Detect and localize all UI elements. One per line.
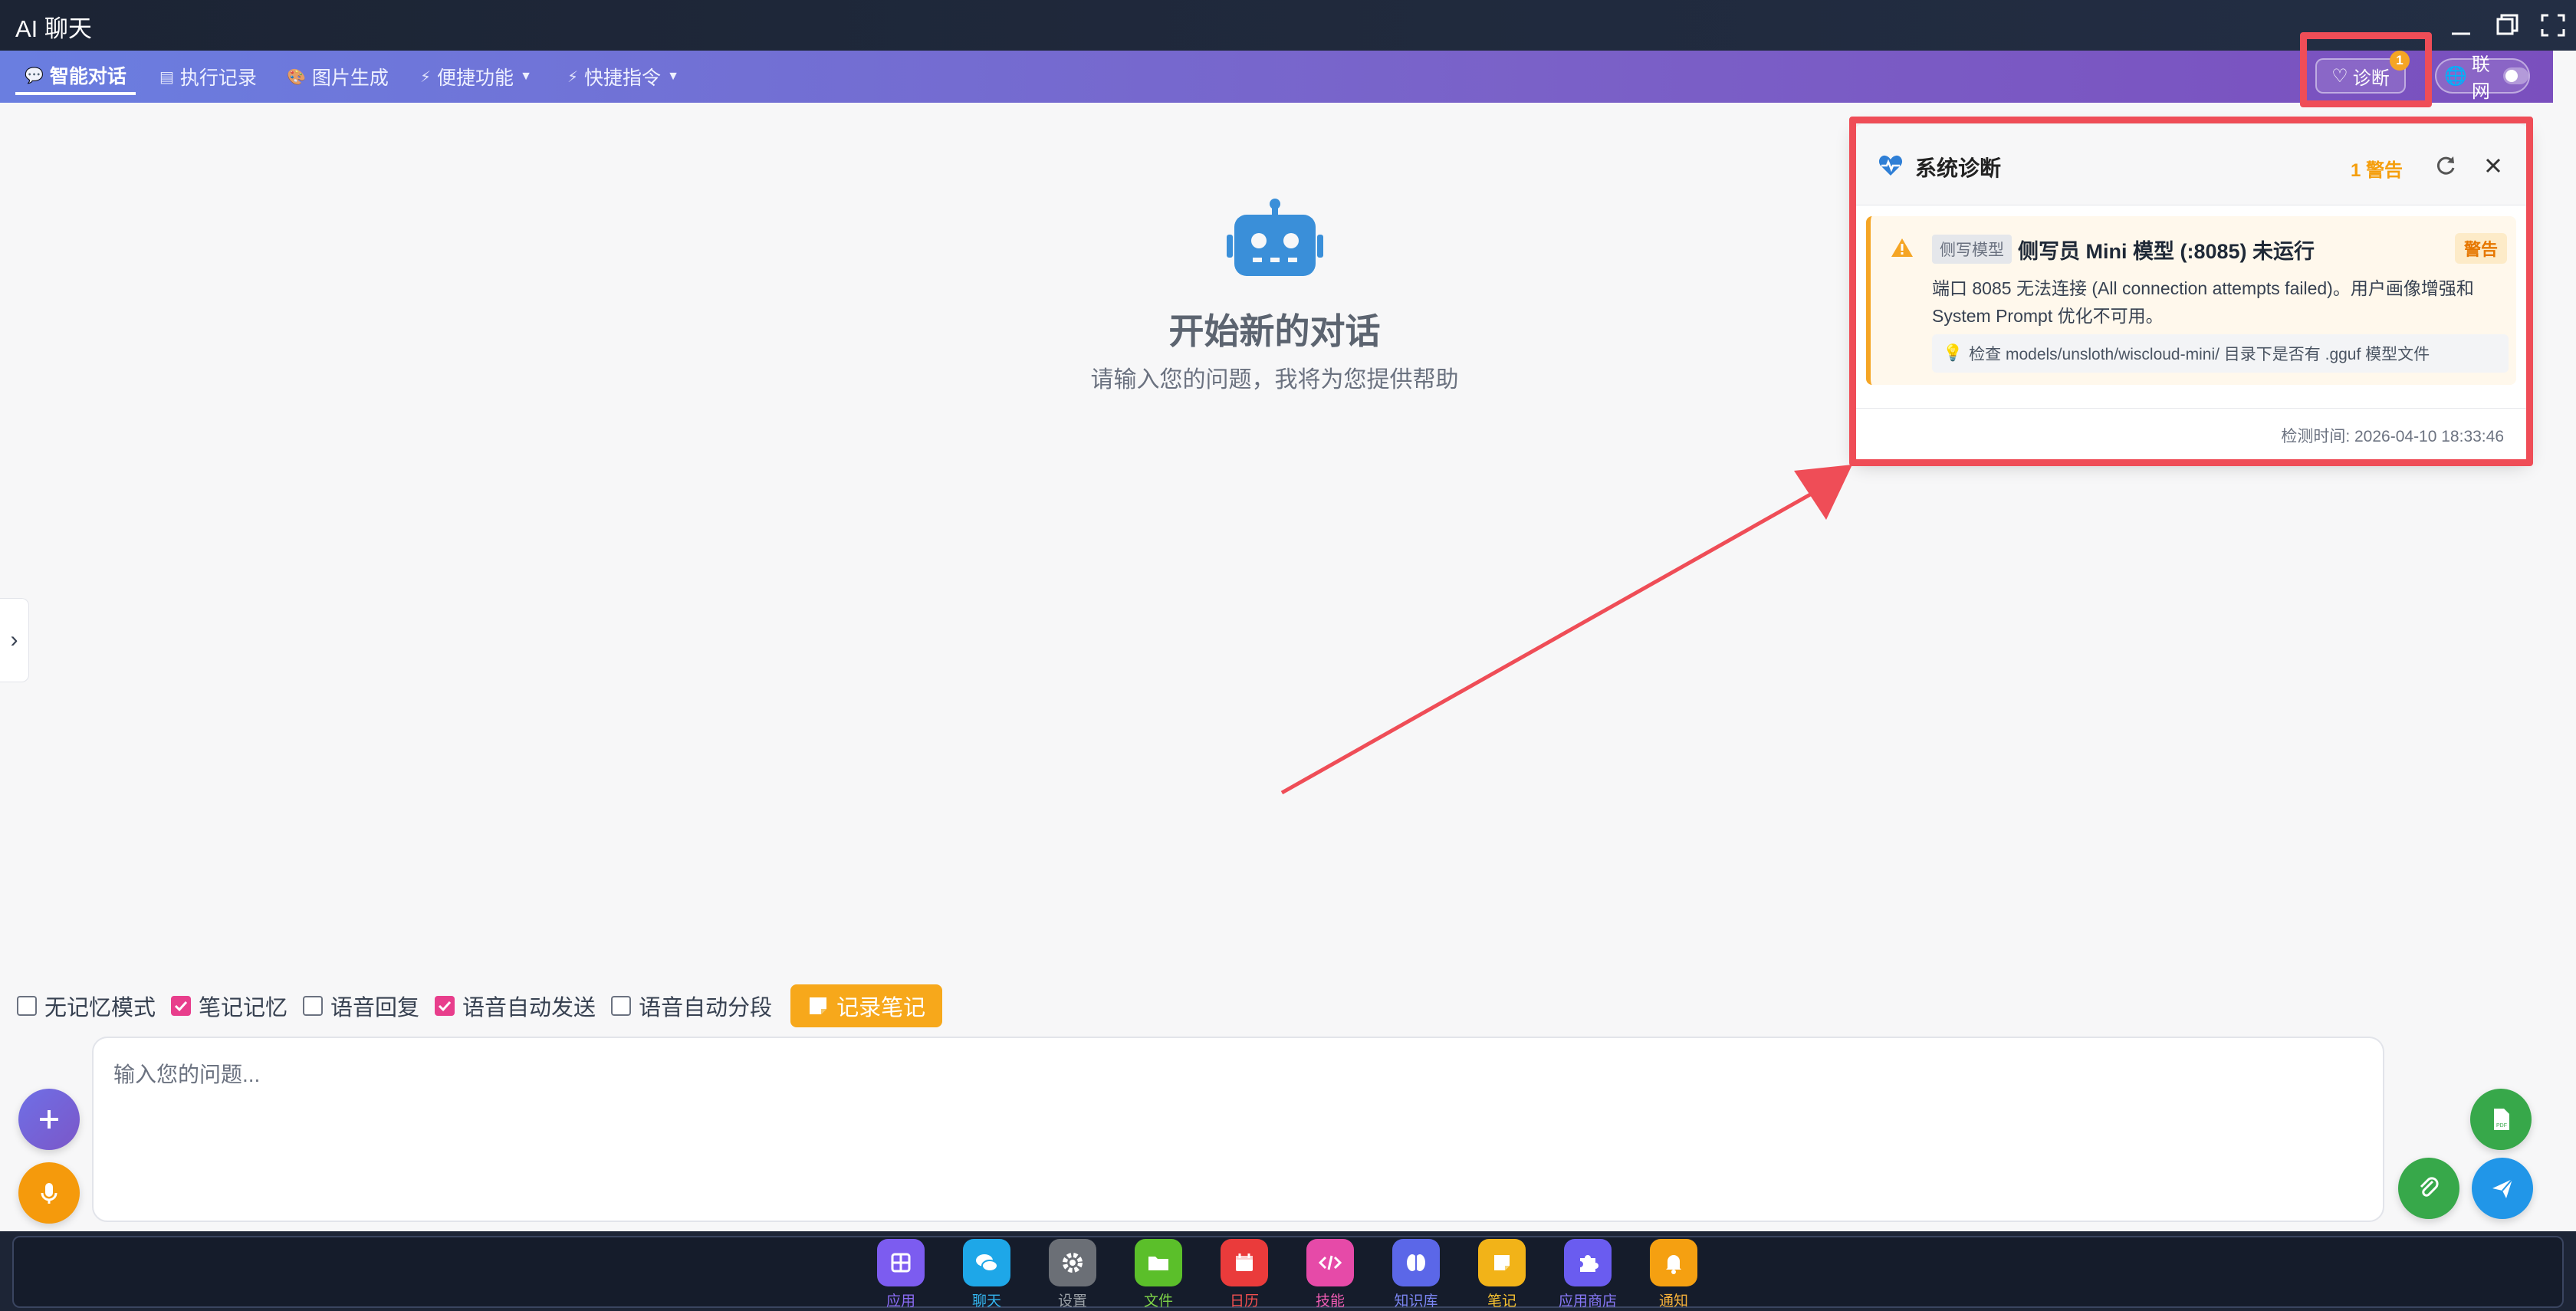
send-button[interactable]: [2472, 1158, 2533, 1219]
options-row: 无记忆模式 笔记记忆 语音回复 语音自动发送 语音自动分段 记录笔记: [17, 984, 943, 1027]
dock-label: 设置: [1057, 1293, 1087, 1309]
option-label: 语音自动分段: [639, 996, 773, 1020]
code-icon: [1306, 1239, 1354, 1286]
robot-icon: [1227, 199, 1323, 276]
palette-icon: 🎨: [287, 68, 306, 86]
dock-label: 通知: [1658, 1293, 1688, 1309]
minimize-icon[interactable]: [2446, 11, 2476, 40]
option-no-memory[interactable]: 无记忆模式: [17, 990, 156, 1022]
restore-icon[interactable]: [2492, 11, 2522, 40]
chat-input-box: [92, 1037, 2384, 1222]
dock-app-calendar[interactable]: 日历: [1202, 1239, 1286, 1311]
dock-label: 笔记: [1487, 1293, 1516, 1309]
option-label: 笔记记忆: [199, 996, 288, 1020]
option-voice-auto-segment[interactable]: 语音自动分段: [611, 990, 772, 1022]
empty-state-subtitle: 请输入您的问题，我将为您提供帮助: [1090, 367, 1459, 393]
dock-app-chat[interactable]: 聊天: [945, 1239, 1029, 1311]
chevron-down-icon: ▼: [667, 70, 679, 83]
tab-label: 便捷功能: [437, 67, 514, 89]
dock-app-skills[interactable]: 技能: [1288, 1239, 1372, 1311]
svg-text:PDF: PDF: [2496, 1123, 2507, 1129]
dock-app-store[interactable]: 应用商店: [1546, 1239, 1630, 1311]
dock-app-notifications[interactable]: 通知: [1631, 1239, 1716, 1311]
nav-bar: 💬 智能对话 ▤ 执行记录 🎨 图片生成 ⚡ 便捷功能 ▼ ⚡ 快捷指令 ▼: [0, 51, 2553, 103]
export-pdf-button[interactable]: PDF: [2470, 1089, 2532, 1150]
chat-input[interactable]: [112, 1056, 2351, 1202]
plus-icon: [40, 1110, 58, 1129]
globe-icon: 🌐: [2444, 65, 2467, 87]
dock-label: 聊天: [971, 1293, 1001, 1309]
chevron-down-icon: ▼: [520, 70, 532, 83]
apps-grid-icon: [877, 1239, 925, 1286]
tab-smart-chat[interactable]: 💬 智能对话: [15, 58, 136, 95]
checkbox-checked[interactable]: [171, 996, 192, 1016]
record-note-label: 记录笔记: [836, 996, 926, 1020]
list-icon: ▤: [159, 68, 174, 86]
chevron-right-icon: ›: [10, 627, 18, 652]
note-icon: [810, 997, 827, 1014]
tab-image-generation[interactable]: 🎨 图片生成: [287, 58, 389, 95]
checkbox[interactable]: [17, 996, 37, 1016]
tab-label: 图片生成: [311, 67, 389, 89]
pdf-file-icon: PDF: [2494, 1109, 2509, 1130]
note-icon: [1478, 1239, 1526, 1286]
dock-label: 应用: [886, 1293, 915, 1309]
option-voice-auto-send[interactable]: 语音自动发送: [435, 990, 596, 1022]
dock-label: 知识库: [1394, 1293, 1438, 1309]
gear-icon: [1049, 1239, 1096, 1286]
bolt-icon: ⚡: [567, 68, 579, 86]
app-window: AI 聊天 💬 智能对话 ▤ 执行记录 🎨 图片生成 ⚡ 便捷功能 ▼ ⚡ 快捷…: [0, 0, 2576, 1231]
dock-app-notes[interactable]: 笔记: [1460, 1239, 1544, 1311]
option-label: 语音回复: [330, 996, 420, 1020]
microphone-icon: [41, 1183, 58, 1204]
title-bar: AI 聊天: [0, 0, 2576, 51]
add-button[interactable]: [18, 1089, 80, 1150]
checkbox-checked[interactable]: [435, 996, 455, 1016]
network-label: 联网: [2471, 54, 2490, 102]
tab-label: 智能对话: [49, 66, 127, 87]
bolt-icon: ⚡: [420, 68, 432, 86]
chat-bubble-icon: 💬: [25, 67, 44, 84]
send-icon: [2492, 1178, 2513, 1198]
dock-label: 技能: [1315, 1293, 1345, 1309]
dock-label: 日历: [1229, 1293, 1259, 1309]
tab-label: 快捷指令: [584, 67, 662, 89]
tab-execution-log[interactable]: ▤ 执行记录: [159, 58, 257, 95]
dock-app-apps[interactable]: 应用: [859, 1239, 943, 1311]
tab-quick-commands[interactable]: ⚡ 快捷指令 ▼: [567, 58, 679, 95]
chat-icon: [963, 1239, 1010, 1286]
dock-label: 文件: [1143, 1293, 1173, 1309]
window-title: AI 聊天: [15, 15, 92, 42]
brain-icon: [1392, 1239, 1440, 1286]
network-toggle[interactable]: 🌐 联网: [2435, 54, 2530, 102]
option-label: 语音自动发送: [462, 996, 596, 1020]
option-note-memory[interactable]: 笔记记忆: [171, 990, 288, 1022]
folder-icon: [1135, 1239, 1182, 1286]
option-label: 无记忆模式: [44, 996, 156, 1020]
fullscreen-icon[interactable]: [2538, 11, 2568, 40]
sidebar-expand-button[interactable]: ›: [0, 598, 29, 682]
highlight-box-diagnose: [2300, 32, 2432, 107]
puzzle-icon: [1564, 1239, 1612, 1286]
empty-state-title: 开始新的对话: [1168, 311, 1381, 351]
dock-app-knowledge-base[interactable]: 知识库: [1374, 1239, 1458, 1311]
record-note-button[interactable]: 记录笔记: [790, 984, 943, 1027]
highlight-box-panel: [1849, 117, 2533, 466]
calendar-icon: [1221, 1239, 1268, 1286]
dock-label: 应用商店: [1558, 1293, 1617, 1309]
voice-input-button[interactable]: [18, 1162, 80, 1224]
tab-convenient-features[interactable]: ⚡ 便捷功能 ▼: [420, 58, 532, 95]
bell-icon: [1650, 1239, 1697, 1286]
tab-label: 执行记录: [179, 67, 257, 89]
dock-app-files[interactable]: 文件: [1116, 1239, 1201, 1311]
attach-button[interactable]: [2398, 1158, 2459, 1219]
option-voice-reply[interactable]: 语音回复: [303, 990, 419, 1022]
dock-app-settings[interactable]: 设置: [1030, 1239, 1115, 1311]
checkbox[interactable]: [611, 996, 632, 1016]
paperclip-icon: [2420, 1177, 2439, 1197]
toggle-switch[interactable]: [2503, 67, 2528, 84]
checkbox[interactable]: [303, 996, 324, 1016]
